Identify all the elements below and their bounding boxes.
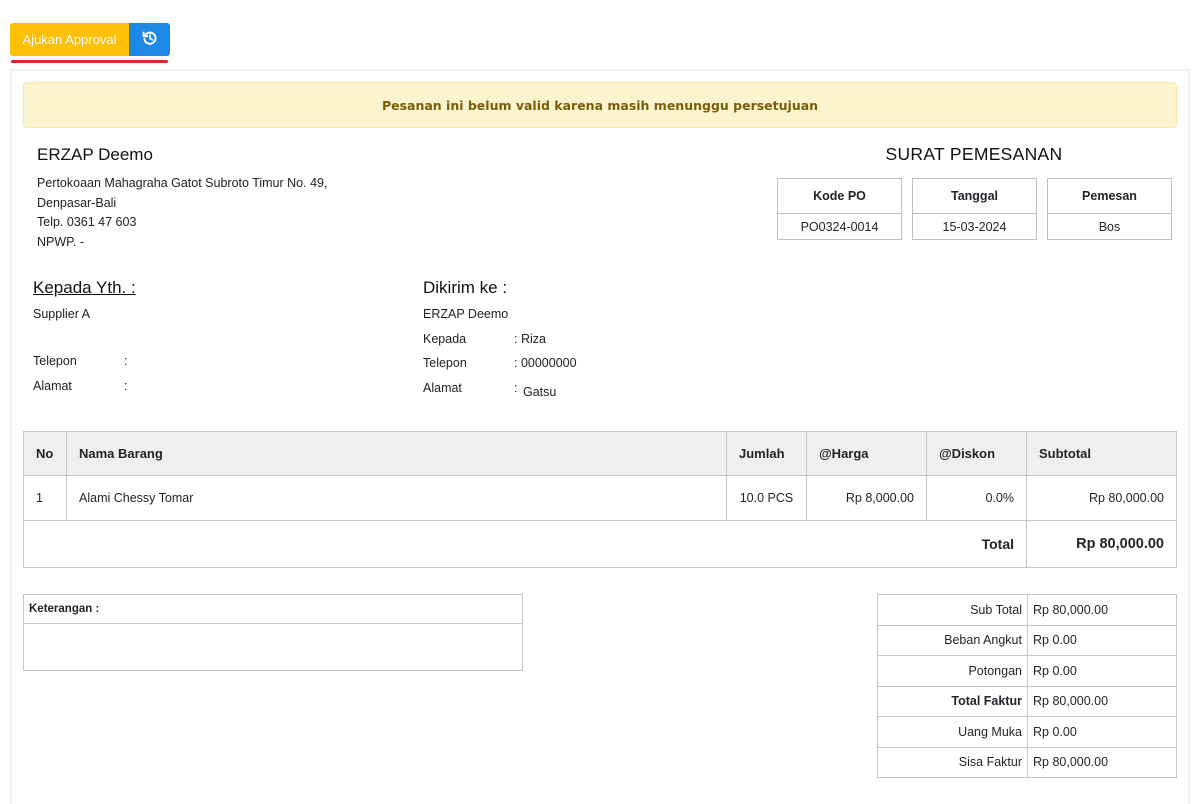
history-icon	[142, 30, 158, 49]
summary-label: Potongan	[877, 655, 1028, 687]
shipping-name: ERZAP Deemo	[423, 307, 509, 321]
summary-label: Sisa Faktur	[877, 746, 1028, 778]
summary-row: Uang Muka Rp 0.00	[877, 716, 1177, 748]
total-label: Total	[23, 520, 1027, 568]
shipping-phone-label: Telepon	[423, 356, 467, 370]
cell-diskon: 0.0%	[926, 475, 1027, 521]
summary-value: Rp 80,000.00	[1027, 685, 1177, 717]
total-value: Rp 80,000.00	[1026, 520, 1177, 568]
cell-nama-barang: Alami Chessy Tomar	[66, 475, 727, 521]
summary-value: Rp 0.00	[1027, 655, 1177, 687]
summary-label: Uang Muka	[877, 716, 1028, 748]
summary-row: Total Faktur Rp 80,000.00	[877, 685, 1177, 717]
meta-label: Tanggal	[913, 179, 1036, 214]
col-nama-barang: Nama Barang	[66, 431, 727, 476]
summary-value: Rp 0.00	[1027, 624, 1177, 656]
meta-value: 15-03-2024	[942, 220, 1007, 234]
alert-message: Pesanan ini belum valid karena masih men…	[381, 97, 819, 113]
recipient-name: Supplier A	[33, 307, 90, 321]
cell-no: 1	[23, 475, 67, 521]
history-button[interactable]	[129, 23, 170, 56]
document-title: SURAT PEMESANAN	[885, 144, 1063, 164]
table-total-row: Total Rp 80,000.00	[23, 520, 1177, 568]
col-harga: @Harga	[806, 431, 927, 476]
shipping-address-value: Gatsu	[523, 385, 557, 399]
toolbar: Ajukan Approval	[10, 23, 170, 56]
company-address-line1: Pertokoaan Mahagraha Gatot Subroto Timur…	[37, 176, 328, 190]
col-no: No	[23, 431, 67, 476]
summary-value: Rp 80,000.00	[1027, 746, 1177, 778]
shipping-address-label: Alamat	[423, 381, 462, 395]
cell-jumlah: 10.0 PCS	[726, 475, 807, 521]
cell-subtotal: Rp 80,000.00	[1026, 475, 1177, 521]
meta-tanggal: Tanggal 15-03-2024	[912, 178, 1037, 240]
company-phone: Telp. 0361 47 603	[37, 215, 137, 229]
table-header-row: No Nama Barang Jumlah @Harga @Diskon Sub…	[23, 431, 1177, 476]
ajukan-approval-button[interactable]: Ajukan Approval	[10, 23, 129, 56]
shipping-heading: Dikirim ke :	[423, 278, 508, 297]
table-row: 1 Alami Chessy Tomar 10.0 PCS Rp 8,000.0…	[23, 475, 1177, 521]
summary-label: Total Faktur	[877, 685, 1028, 717]
summary-label: Beban Angkut	[877, 624, 1028, 656]
meta-label: Kode PO	[778, 179, 901, 214]
col-jumlah: Jumlah	[726, 431, 807, 476]
recipient-address-separator: :	[124, 379, 128, 393]
cell-harga: Rp 8,000.00	[806, 475, 927, 521]
summary-row: Sub Total Rp 80,000.00	[877, 594, 1177, 626]
shipping-phone-value: : 00000000	[514, 356, 577, 370]
meta-value: Bos	[1098, 220, 1121, 234]
shipping-to-value: : Riza	[514, 332, 546, 346]
shipping-address-separator: :	[514, 381, 518, 395]
meta-value: PO0324-0014	[800, 220, 879, 234]
recipient-address-label: Alamat	[33, 379, 72, 393]
summary-row: Sisa Faktur Rp 80,000.00	[877, 746, 1177, 778]
summary-value: Rp 80,000.00	[1027, 594, 1177, 626]
col-diskon: @Diskon	[926, 431, 1027, 476]
notes-box: Keterangan :	[23, 594, 523, 671]
notes-label: Keterangan :	[24, 595, 522, 624]
meta-kode-po: Kode PO PO0324-0014	[777, 178, 902, 240]
tab-underline	[11, 60, 168, 63]
items-table: No Nama Barang Jumlah @Harga @Diskon Sub…	[23, 431, 1177, 568]
shipping-to-label: Kepada	[423, 332, 467, 346]
summary-row: Beban Angkut Rp 0.00	[877, 624, 1177, 656]
summary-label: Sub Total	[877, 594, 1028, 626]
summary-value: Rp 0.00	[1027, 716, 1177, 748]
company-name: ERZAP Deemo	[37, 145, 153, 164]
pending-approval-alert: Pesanan ini belum valid karena masih men…	[23, 82, 1177, 128]
summary-row: Potongan Rp 0.00	[877, 655, 1177, 687]
meta-label: Pemesan	[1048, 179, 1171, 214]
recipient-heading: Kepada Yth. :	[33, 278, 136, 297]
company-address-line2: Denpasar-Bali	[37, 196, 117, 210]
recipient-phone-label: Telepon	[33, 354, 77, 368]
col-subtotal: Subtotal	[1026, 431, 1177, 476]
summary-table: Sub Total Rp 80,000.00 Beban Angkut Rp 0…	[877, 594, 1177, 778]
company-npwp: NPWP. -	[37, 235, 84, 249]
meta-pemesan: Pemesan Bos	[1047, 178, 1172, 240]
recipient-phone-separator: :	[124, 354, 128, 368]
